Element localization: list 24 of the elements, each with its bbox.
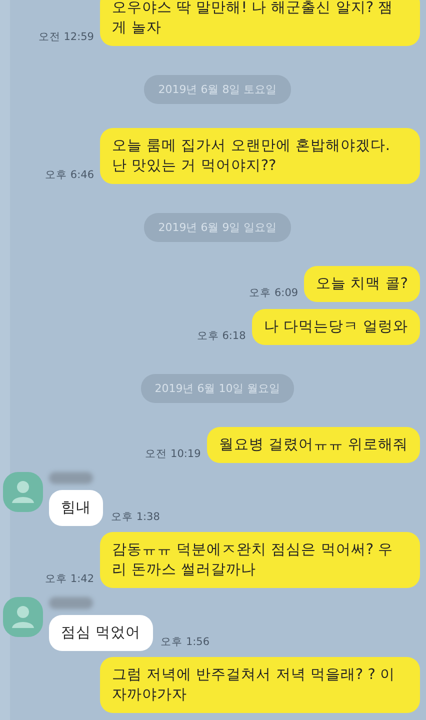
message-bubble: 감동ㅠㅠ 덕분에ㅈ완치 점심은 먹어써? 우리 돈까스 썰러갈까나 [100,532,420,588]
avatar-icon[interactable] [3,597,43,637]
message-time: 오후 1:56 [160,635,210,649]
message-bubble: 오늘 룸메 집가서 오랜만에 혼밥해야겠다. 난 맛있는 거 먹어야지?? [100,128,420,184]
message-time: 오후 6:18 [196,329,246,343]
date-divider: 2019년 6월 9일 일요일 [144,213,291,242]
message-time: 오후 1:38 [111,510,160,524]
date-divider: 2019년 6월 8일 토요일 [144,75,291,104]
message-time: 오후 6:09 [249,286,298,300]
date-divider: 2019년 6월 10일 월요일 [140,374,294,403]
message-bubble: 힘내 [49,490,103,526]
message-time: 오후 6:46 [45,168,94,182]
redaction-mark [49,472,93,484]
message-bubble: 월요병 걸렸어ㅠㅠ 위로해줘 [206,427,420,463]
message-time: 오전 12:59 [38,30,94,44]
message-bubble: 오우야스 딱 말만해! 나 해군출신 알지? 잼게 놀자 [100,0,420,46]
message-bubble: 나 다먹는당ㅋ 얼렁와 [252,309,420,345]
message-bubble: 오늘 치맥 콜? [304,266,420,302]
avatar-icon[interactable] [3,472,43,512]
message-time: 오후 1:42 [45,572,94,586]
message-bubble: 그럼 저녁에 반주걸쳐서 저녁 먹을래? ? 이자까야가자 [100,657,420,713]
redaction-mark [49,597,93,609]
message-bubble: 점심 먹었어 [49,615,153,651]
message-time: 오전 10:19 [145,447,201,461]
